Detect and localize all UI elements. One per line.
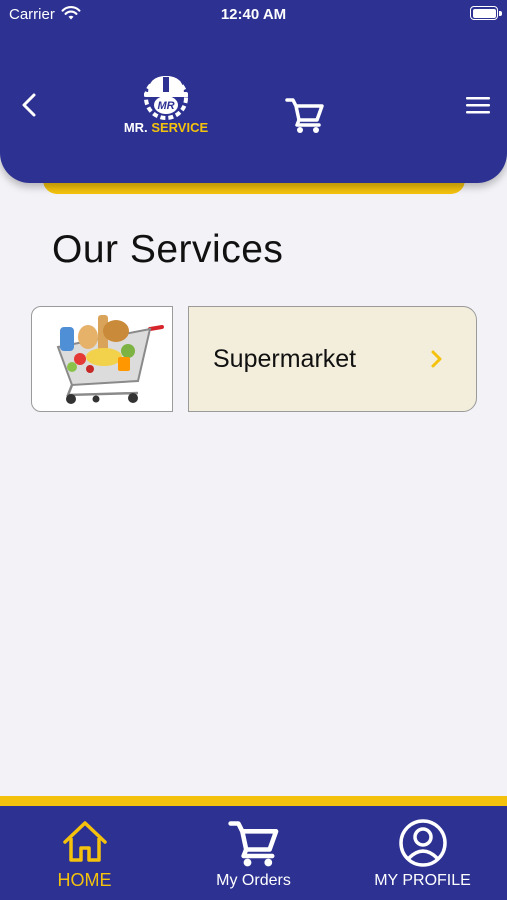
- tab-my-orders-label: My Orders: [216, 872, 291, 889]
- svg-text:MR: MR: [157, 100, 174, 112]
- logo-wordmark: MR. SERVICE: [118, 120, 214, 135]
- cart-icon: [227, 821, 278, 867]
- service-image-supermarket: [31, 306, 173, 412]
- home-icon: [62, 821, 107, 862]
- service-label: Supermarket: [213, 345, 357, 373]
- profile-icon: [398, 819, 447, 867]
- app-header: Carrier 12:40 AM MR MR. SERVICE: [0, 0, 507, 183]
- chevron-right-icon: [431, 350, 442, 368]
- tab-my-profile[interactable]: MY PROFILE: [338, 806, 507, 900]
- grocery-cart-image: [56, 315, 164, 404]
- logo-text-service: SERVICE: [151, 120, 209, 135]
- tab-my-orders[interactable]: My Orders: [169, 806, 338, 900]
- menu-button[interactable]: [464, 94, 492, 116]
- helmet-gear-icon: MR: [144, 76, 188, 120]
- bottom-tab-bar: HOME My Orders MY PROFILE: [0, 806, 507, 900]
- tab-home[interactable]: HOME: [0, 806, 169, 900]
- back-button[interactable]: [14, 88, 44, 122]
- tabbar-accent-stripe: [0, 796, 507, 806]
- page-title: Our Services: [52, 228, 284, 271]
- header-cart-button[interactable]: [285, 96, 325, 134]
- status-time: 12:40 AM: [220, 6, 287, 23]
- tab-home-label: HOME: [57, 870, 112, 890]
- battery-icon: [470, 6, 502, 20]
- status-bar: Carrier 12:40 AM: [0, 0, 507, 30]
- service-card-supermarket[interactable]: Supermarket: [31, 306, 477, 412]
- service-label-box[interactable]: Supermarket: [188, 306, 477, 412]
- tab-my-profile-label: MY PROFILE: [374, 872, 471, 889]
- app-logo: MR MR. SERVICE: [118, 72, 214, 138]
- logo-text-mr: MR.: [123, 120, 148, 135]
